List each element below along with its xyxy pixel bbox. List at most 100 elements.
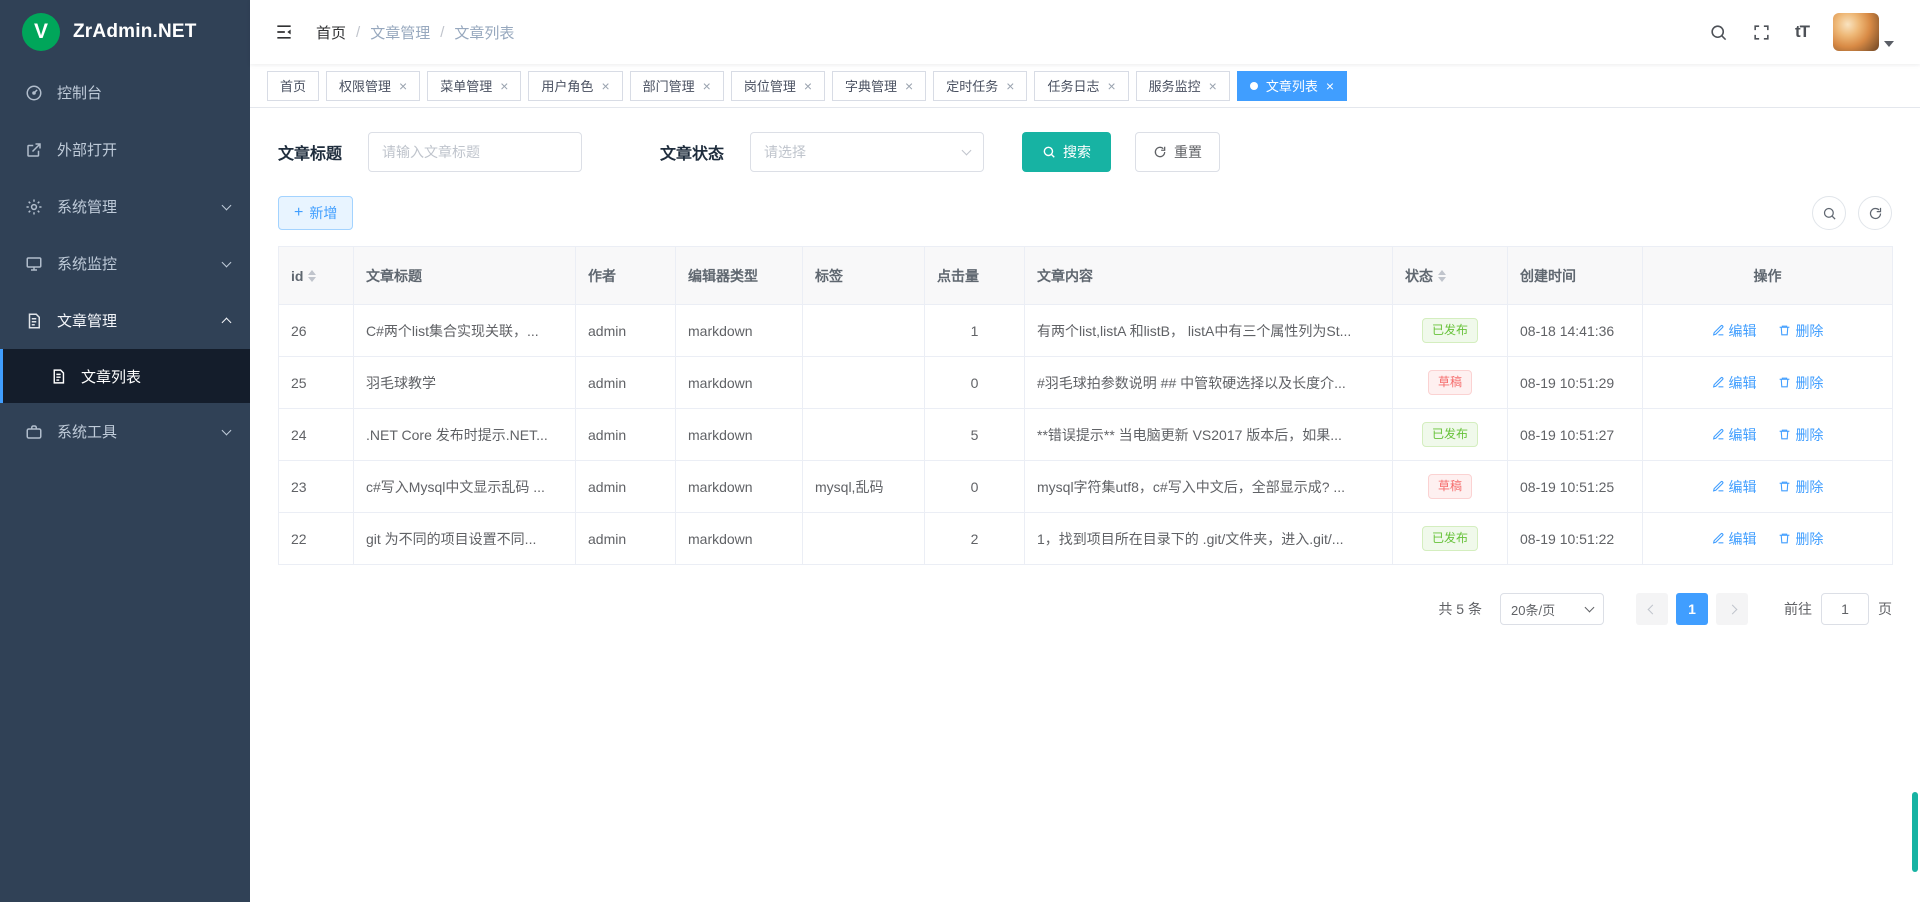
articles-table: id 文章标题 作者 编辑器类型 标签 点击量 文章内容 状态 创建时间 操作 bbox=[278, 246, 1893, 565]
chevron-down-icon bbox=[222, 200, 232, 210]
tab-home[interactable]: 首页 bbox=[267, 71, 319, 101]
goto-page-input[interactable] bbox=[1821, 593, 1869, 625]
cell-author: admin bbox=[576, 513, 676, 565]
tab-task-logs[interactable]: 任务日志× bbox=[1034, 71, 1128, 101]
cell-actions: 编辑 删除 bbox=[1643, 409, 1893, 461]
tab-article-list[interactable]: 文章列表 × bbox=[1237, 71, 1347, 101]
breadcrumb-separator: / bbox=[356, 24, 360, 41]
tab-scheduled-tasks[interactable]: 定时任务× bbox=[933, 71, 1027, 101]
edit-button[interactable]: 编辑 bbox=[1712, 373, 1757, 393]
delete-button[interactable]: 删除 bbox=[1778, 529, 1823, 549]
tab-label: 权限管理 bbox=[339, 76, 391, 95]
next-page-button[interactable] bbox=[1716, 593, 1748, 625]
cell-hits: 0 bbox=[925, 461, 1025, 513]
search-button[interactable]: 搜索 bbox=[1022, 132, 1111, 172]
pagination-total: 共 5 条 bbox=[1438, 599, 1482, 619]
document-icon bbox=[25, 312, 43, 330]
table-row: 25 羽毛球教学 admin markdown 0 #羽毛球拍参数说明 ## 中… bbox=[279, 357, 1893, 409]
select-placeholder: 请选择 bbox=[764, 142, 806, 162]
cell-content: 1，找到项目所在目录下的 .git/文件夹，进入.git/... bbox=[1025, 513, 1393, 565]
sidebar-item-external[interactable]: 外部打开 bbox=[0, 121, 250, 178]
toggle-search-button[interactable] bbox=[1812, 196, 1846, 230]
edit-button[interactable]: 编辑 bbox=[1712, 529, 1757, 549]
tab-menu-management[interactable]: 菜单管理× bbox=[427, 71, 521, 101]
scrollbar-thumb[interactable] bbox=[1912, 792, 1918, 872]
edit-button[interactable]: 编辑 bbox=[1712, 321, 1757, 341]
app-logo[interactable]: V ZrAdmin.NET bbox=[0, 0, 250, 64]
tab-service-monitor[interactable]: 服务监控× bbox=[1136, 71, 1230, 101]
trash-icon bbox=[1778, 532, 1791, 545]
add-button[interactable]: + 新增 bbox=[278, 196, 353, 230]
sort-icon[interactable] bbox=[1438, 270, 1446, 282]
cell-id: 23 bbox=[279, 461, 354, 513]
delete-button[interactable]: 删除 bbox=[1778, 373, 1823, 393]
prev-page-button[interactable] bbox=[1636, 593, 1668, 625]
tab-post-management[interactable]: 岗位管理× bbox=[731, 71, 825, 101]
menu-fold-icon[interactable] bbox=[274, 22, 294, 42]
sidebar-item-system-tools[interactable]: 系统工具 bbox=[0, 403, 250, 460]
delete-button[interactable]: 删除 bbox=[1778, 477, 1823, 497]
article-status-select[interactable]: 请选择 bbox=[750, 132, 984, 172]
close-icon[interactable]: × bbox=[804, 79, 812, 93]
page-size-select[interactable]: 20条/页 bbox=[1500, 593, 1604, 625]
column-header-status[interactable]: 状态 bbox=[1393, 247, 1508, 305]
sidebar-item-article-management[interactable]: 文章管理 bbox=[0, 292, 250, 349]
tab-dict-management[interactable]: 字典管理× bbox=[832, 71, 926, 101]
tab-label: 文章列表 bbox=[1266, 76, 1318, 95]
close-icon[interactable]: × bbox=[1006, 79, 1014, 93]
cell-author: admin bbox=[576, 305, 676, 357]
reset-button[interactable]: 重置 bbox=[1135, 132, 1220, 172]
table-row: 24 .NET Core 发布时提示.NET... admin markdown… bbox=[279, 409, 1893, 461]
column-header-id[interactable]: id bbox=[279, 247, 354, 305]
close-icon[interactable]: × bbox=[1107, 79, 1115, 93]
delete-button[interactable]: 删除 bbox=[1778, 321, 1823, 341]
column-header-content: 文章内容 bbox=[1025, 247, 1393, 305]
sidebar-item-dashboard[interactable]: 控制台 bbox=[0, 64, 250, 121]
cell-created: 08-18 14:41:36 bbox=[1508, 305, 1643, 357]
edit-button[interactable]: 编辑 bbox=[1712, 477, 1757, 497]
cell-status: 已发布 bbox=[1393, 409, 1508, 461]
cell-title: C#两个list集合实现关联，... bbox=[354, 305, 576, 357]
chevron-down-icon bbox=[962, 146, 972, 156]
close-icon[interactable]: × bbox=[703, 79, 711, 93]
cell-created: 08-19 10:51:22 bbox=[1508, 513, 1643, 565]
sidebar-item-label: 系统监控 bbox=[57, 253, 209, 274]
cell-editor: markdown bbox=[676, 461, 803, 513]
header-actions: tT bbox=[1709, 13, 1894, 51]
tab-user-role[interactable]: 用户角色× bbox=[528, 71, 622, 101]
close-icon[interactable]: × bbox=[1209, 79, 1217, 93]
fullscreen-icon[interactable] bbox=[1752, 23, 1771, 42]
close-icon[interactable]: × bbox=[399, 79, 407, 93]
refresh-table-button[interactable] bbox=[1858, 196, 1892, 230]
close-icon[interactable]: × bbox=[905, 79, 913, 93]
chevron-down-icon bbox=[1585, 603, 1595, 613]
close-icon[interactable]: × bbox=[601, 79, 609, 93]
tab-label: 首页 bbox=[280, 76, 306, 95]
delete-button[interactable]: 删除 bbox=[1778, 425, 1823, 445]
cell-content: mysql字符集utf8，c#写入中文后，全部显示成? ... bbox=[1025, 461, 1393, 513]
refresh-icon bbox=[1868, 206, 1883, 221]
header-search-icon[interactable] bbox=[1709, 23, 1728, 42]
close-icon[interactable]: × bbox=[1326, 79, 1334, 93]
avatar[interactable] bbox=[1833, 13, 1879, 51]
sidebar-item-system-monitor[interactable]: 系统监控 bbox=[0, 235, 250, 292]
sidebar-item-system-management[interactable]: 系统管理 bbox=[0, 178, 250, 235]
user-menu[interactable] bbox=[1833, 13, 1894, 51]
sort-icon[interactable] bbox=[308, 270, 316, 282]
tab-department-management[interactable]: 部门管理 × bbox=[630, 71, 724, 101]
article-title-input[interactable] bbox=[368, 132, 582, 172]
article-title-label: 文章标题 bbox=[278, 140, 342, 164]
sidebar-item-article-list[interactable]: 文章列表 bbox=[0, 349, 250, 403]
tab-label: 部门管理 bbox=[643, 76, 695, 95]
sidebar-item-label: 文章管理 bbox=[57, 310, 209, 331]
breadcrumb-article-management[interactable]: 文章管理 bbox=[370, 22, 430, 43]
page-number-1[interactable]: 1 bbox=[1676, 593, 1708, 625]
status-badge: 草稿 bbox=[1428, 370, 1472, 395]
close-icon[interactable]: × bbox=[500, 79, 508, 93]
font-size-icon[interactable]: tT bbox=[1795, 22, 1809, 42]
edit-button[interactable]: 编辑 bbox=[1712, 425, 1757, 445]
tab-permission-management[interactable]: 权限管理 × bbox=[326, 71, 420, 101]
breadcrumb-home[interactable]: 首页 bbox=[316, 22, 346, 43]
dashboard-icon bbox=[25, 84, 43, 102]
cell-status: 已发布 bbox=[1393, 305, 1508, 357]
